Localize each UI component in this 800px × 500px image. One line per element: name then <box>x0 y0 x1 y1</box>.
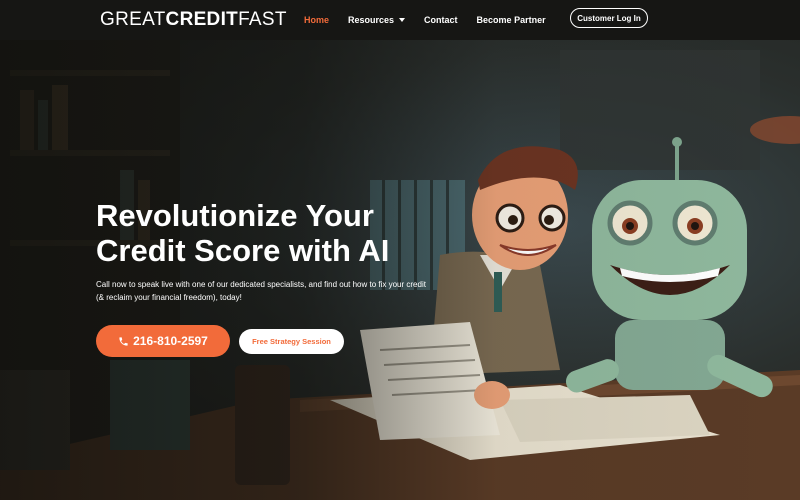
nav-item-become-partner[interactable]: Become Partner <box>477 15 546 25</box>
free-strategy-session-button[interactable]: Free Strategy Session <box>239 329 344 354</box>
chevron-down-icon <box>399 18 406 22</box>
nav-item-contact-label: Contact <box>424 15 458 25</box>
hero-headline: Revolutionize Your Credit Score with AI <box>96 198 390 268</box>
main-menu: Home Resources Contact Become Partner <box>304 0 565 40</box>
hero-subtext: Call now to speak live with one of our d… <box>96 280 426 302</box>
nav-item-resources[interactable]: Resources <box>348 15 406 25</box>
logo-text-fast: FAST <box>238 9 287 30</box>
hero-section <box>0 40 800 500</box>
logo-text-credit: CREDIT <box>165 9 239 30</box>
nav-item-home[interactable]: Home <box>304 15 329 25</box>
nav-item-home-label: Home <box>304 15 330 25</box>
phone-icon <box>119 336 128 346</box>
call-phone-button[interactable]: 216-810-2597 <box>96 325 230 357</box>
nav-item-contact[interactable]: Contact <box>424 15 458 25</box>
nav-item-resources-label: Resources <box>348 15 395 25</box>
nav-item-become-partner-label: Become Partner <box>476 15 546 25</box>
site-logo[interactable]: GREATCREDITFAST <box>100 9 287 31</box>
customer-login-button[interactable]: Customer Log In <box>570 8 648 28</box>
hero-dark-overlay <box>0 40 800 500</box>
top-navbar: GREATCREDITFAST Home Resources Contact B… <box>0 0 800 40</box>
call-phone-number: 216-810-2597 <box>133 334 208 348</box>
logo-text-great: GREAT <box>100 9 166 30</box>
